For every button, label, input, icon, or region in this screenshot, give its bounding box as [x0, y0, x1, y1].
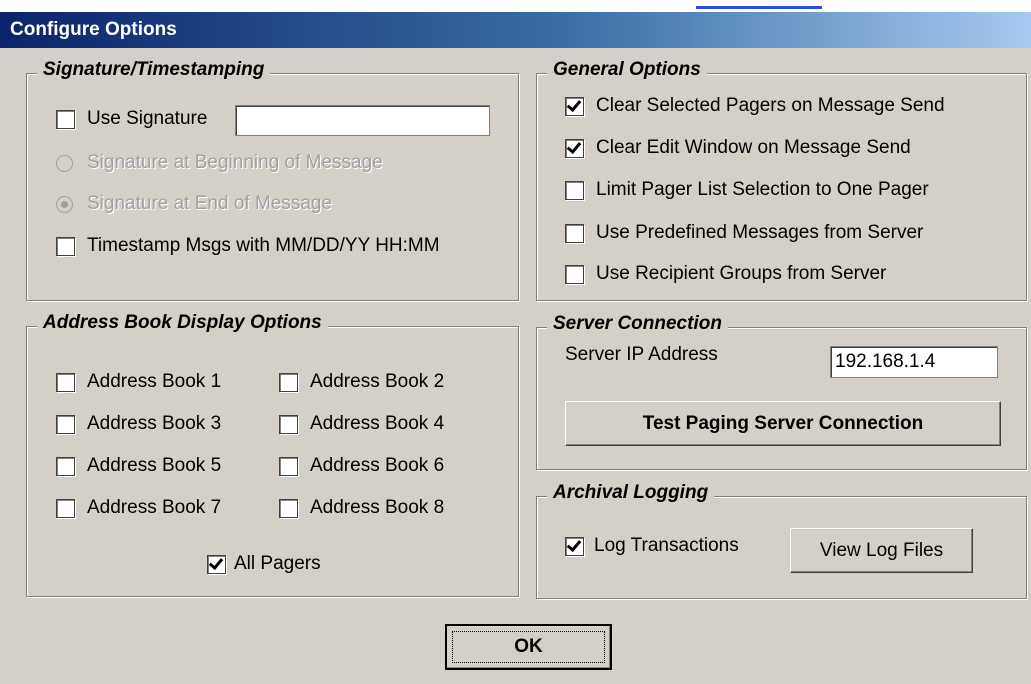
all-pagers-label: All Pagers	[234, 553, 321, 574]
signature-begin-radio-dot[interactable]	[56, 154, 73, 172]
general-option-5-label: Use Recipient Groups from Server	[596, 263, 887, 284]
server-ip-label: Server IP Address	[565, 344, 718, 365]
address-book-2-box[interactable]	[279, 372, 298, 392]
top-strip	[0, 0, 1031, 12]
server-ip-input[interactable]	[830, 346, 998, 378]
signature-begin-radio[interactable]: Signature at Beginning of Message	[56, 152, 383, 174]
general-options-group: General Options Clear Selected Pagers on…	[536, 59, 1027, 301]
general-option-4[interactable]: Use Predefined Messages from Server	[565, 222, 923, 244]
log-transactions-box[interactable]	[565, 536, 584, 556]
signature-input[interactable]	[235, 105, 490, 136]
address-book-5-box[interactable]	[56, 456, 75, 476]
address-book-4-box[interactable]	[279, 414, 298, 434]
address-book-6[interactable]: Address Book 6	[279, 455, 444, 477]
general-option-1-box[interactable]	[565, 96, 584, 116]
signature-begin-label: Signature at Beginning of Message	[87, 152, 383, 173]
address-book-7-label: Address Book 7	[87, 497, 222, 518]
log-transactions-checkbox[interactable]: Log Transactions	[565, 535, 739, 557]
log-transactions-label: Log Transactions	[594, 535, 739, 556]
address-book-1-box[interactable]	[56, 372, 75, 392]
signature-end-radio[interactable]: Signature at End of Message	[56, 193, 332, 215]
timestamp-checkbox[interactable]: Timestamp Msgs with MM/DD/YY HH:MM	[56, 235, 440, 257]
general-options-legend: General Options	[547, 59, 707, 81]
general-option-5[interactable]: Use Recipient Groups from Server	[565, 263, 886, 285]
address-book-7[interactable]: Address Book 7	[56, 497, 221, 519]
archival-logging-group: Archival Logging Log Transactions View L…	[536, 482, 1027, 599]
address-book-8-box[interactable]	[279, 498, 298, 518]
address-book-legend: Address Book Display Options	[37, 312, 328, 334]
general-option-3[interactable]: Limit Pager List Selection to One Pager	[565, 179, 929, 201]
address-book-5-label: Address Book 5	[87, 455, 222, 476]
archival-logging-legend: Archival Logging	[547, 482, 715, 504]
address-book-4-label: Address Book 4	[310, 413, 445, 434]
address-book-1-label: Address Book 1	[87, 371, 222, 392]
signature-end-label: Signature at End of Message	[87, 193, 333, 214]
all-pagers-box[interactable]	[207, 554, 226, 574]
address-book-5[interactable]: Address Book 5	[56, 455, 221, 477]
general-option-2-label: Clear Edit Window on Message Send	[596, 137, 911, 158]
address-book-3[interactable]: Address Book 3	[56, 413, 221, 435]
all-pagers-checkbox[interactable]: All Pagers	[207, 553, 321, 575]
test-connection-button[interactable]: Test Paging Server Connection	[565, 401, 1001, 446]
window-title: Configure Options	[10, 19, 177, 40]
address-book-1[interactable]: Address Book 1	[56, 371, 221, 393]
address-book-2[interactable]: Address Book 2	[279, 371, 444, 393]
title-bar: Configure Options	[0, 12, 1031, 48]
signature-group: Signature/Timestamping Use Signature Sig…	[26, 59, 519, 301]
address-book-3-label: Address Book 3	[87, 413, 222, 434]
timestamp-label: Timestamp Msgs with MM/DD/YY HH:MM	[87, 235, 440, 256]
general-option-1[interactable]: Clear Selected Pagers on Message Send	[565, 95, 945, 117]
signature-group-legend: Signature/Timestamping	[37, 59, 271, 81]
general-option-2[interactable]: Clear Edit Window on Message Send	[565, 137, 911, 159]
general-option-4-label: Use Predefined Messages from Server	[596, 222, 924, 243]
address-book-8[interactable]: Address Book 8	[279, 497, 444, 519]
address-book-6-box[interactable]	[279, 456, 298, 476]
general-option-4-box[interactable]	[565, 223, 584, 243]
use-signature-box[interactable]	[56, 109, 75, 129]
address-book-2-label: Address Book 2	[310, 371, 445, 392]
general-option-3-label: Limit Pager List Selection to One Pager	[596, 179, 929, 200]
general-option-2-box[interactable]	[565, 138, 584, 158]
address-book-8-label: Address Book 8	[310, 497, 445, 518]
address-book-4[interactable]: Address Book 4	[279, 413, 444, 435]
address-book-7-box[interactable]	[56, 498, 75, 518]
ok-button[interactable]: OK	[445, 624, 612, 670]
general-option-1-label: Clear Selected Pagers on Message Send	[596, 95, 945, 116]
address-book-group: Address Book Display Options Address Boo…	[26, 312, 519, 597]
general-option-5-box[interactable]	[565, 264, 584, 284]
use-signature-label: Use Signature	[87, 108, 208, 129]
underline-decoration	[696, 6, 822, 9]
server-connection-group: Server Connection Server IP Address Test…	[536, 313, 1027, 470]
use-signature-checkbox[interactable]: Use Signature	[56, 108, 207, 130]
ok-focus-rect	[452, 631, 605, 663]
address-book-6-label: Address Book 6	[310, 455, 445, 476]
timestamp-box[interactable]	[56, 236, 75, 256]
address-book-3-box[interactable]	[56, 414, 75, 434]
view-log-files-button[interactable]: View Log Files	[790, 528, 973, 573]
general-option-3-box[interactable]	[565, 180, 584, 200]
signature-end-radio-dot[interactable]	[56, 195, 73, 213]
server-connection-legend: Server Connection	[547, 313, 728, 335]
